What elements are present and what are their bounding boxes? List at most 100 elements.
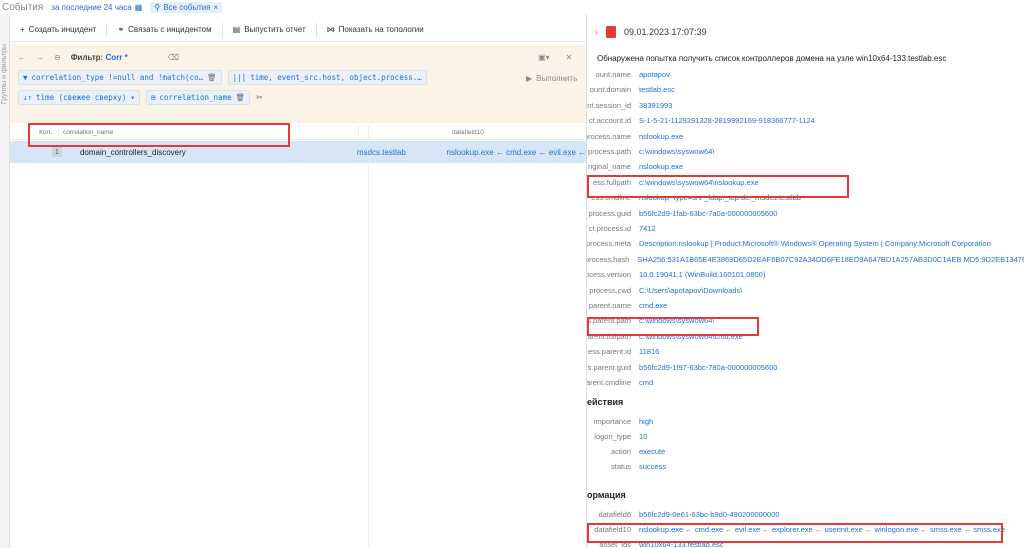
detail-field-value[interactable]: high bbox=[631, 417, 653, 429]
row-domain: msdcs.testlab bbox=[356, 147, 406, 157]
detail-field-value[interactable]: testlab.esc bbox=[631, 85, 675, 97]
create-incident-button[interactable]: + Создать инцидент bbox=[10, 22, 108, 37]
detail-field-value[interactable]: cmd.exe bbox=[631, 301, 667, 313]
groups-filters-tab[interactable]: Группы и фильтры bbox=[0, 14, 10, 548]
highlight-box bbox=[587, 317, 759, 336]
detail-field-key: logon_type bbox=[594, 432, 631, 441]
group-pill[interactable]: ⊞ correlation_name 🗑 bbox=[145, 90, 251, 105]
detail-field-value[interactable]: execute bbox=[631, 447, 665, 459]
top-bar: События за последние 24 часа ▦ ⚲ Все соб… bbox=[0, 0, 1024, 14]
detail-field: datafield6 b56fc2d9-0e61-63bc-b9d0-490200… bbox=[587, 510, 1024, 522]
sort-icon: ↓↑ bbox=[23, 93, 33, 102]
col-datafield10-header[interactable]: datafield10 bbox=[448, 129, 586, 136]
detail-field-value[interactable]: c:\windows\syswow64\ bbox=[631, 147, 714, 159]
close-filter-icon[interactable]: ✕ bbox=[566, 53, 573, 62]
trash-icon[interactable]: 🗑 bbox=[207, 73, 217, 82]
detail-field: process.cwd C:\Users\apotapov\Downloads\ bbox=[587, 286, 1024, 298]
report-button[interactable]: ▤ Выпустить отчет bbox=[223, 22, 317, 37]
detail-field-key: ount.name bbox=[595, 70, 631, 79]
detail-field-key: ess.parent.id bbox=[588, 347, 631, 357]
filter-name[interactable]: Corr * bbox=[105, 53, 127, 62]
detail-field-value[interactable]: SHA256:531A1B65E4E3869D65D2EAF6B07C92A34… bbox=[629, 255, 1024, 267]
detail-field: process.meta Description:nslookup | Produ… bbox=[587, 239, 1024, 251]
detail-field-value[interactable]: apotapov bbox=[631, 70, 670, 82]
condition-pill[interactable]: ▼ correlation_type !=null and !match(co…… bbox=[18, 70, 222, 85]
detail-field: process.name nslookup.exe bbox=[587, 132, 1024, 144]
highlight-box bbox=[587, 175, 849, 198]
detail-field: process.path c:\windows\syswow64\ bbox=[587, 147, 1024, 159]
detail-field-key: ct.process.id bbox=[588, 224, 631, 233]
play-icon: ▶ bbox=[526, 74, 533, 83]
time-period-selector[interactable]: за последние 24 часа ▦ bbox=[51, 3, 142, 12]
detail-field-key: s.parent.guid bbox=[587, 362, 631, 372]
sort-pill[interactable]: ↓↑ time (свежее сверху) ▾ bbox=[18, 90, 140, 105]
detail-field-value[interactable]: nslookup.exe bbox=[631, 132, 683, 144]
events-pane: + Создать инцидент ⚭ Связать с инциденто… bbox=[10, 18, 586, 548]
create-incident-label: Создать инцидент bbox=[28, 25, 97, 34]
detail-field-value[interactable]: b56fc2d9-0e61-63bc-b9d0-490200000000 bbox=[631, 510, 780, 522]
clear-filter-icon[interactable]: ⌫ bbox=[168, 53, 179, 62]
detail-field-key: ount.domain bbox=[589, 85, 631, 95]
topology-button[interactable]: ⋈ Показать на топологии bbox=[317, 23, 434, 37]
columns-icon: ||| bbox=[232, 73, 247, 82]
chevron-down-icon[interactable]: ▾ bbox=[130, 93, 135, 102]
detail-field-value[interactable]: nslookup.exe bbox=[631, 162, 683, 174]
reset-icon[interactable]: ⊖ bbox=[54, 53, 61, 62]
trash-icon[interactable]: 🗑 bbox=[236, 93, 246, 102]
detail-field: logon_type 10 bbox=[587, 432, 1024, 444]
run-button[interactable]: ▶ Выполнить bbox=[526, 74, 577, 83]
highlight-box bbox=[28, 123, 290, 147]
details-header: › 09.01.2023 17:07:39 bbox=[595, 26, 707, 38]
detail-field: ount.domain testlab.esc bbox=[587, 85, 1024, 97]
detail-field-value[interactable]: cmd bbox=[631, 378, 653, 390]
detail-field-key: ocess.version bbox=[587, 270, 631, 280]
sort-text: time (свежее сверху) bbox=[36, 93, 127, 102]
columns-text: time, event_src.host, object.process.… bbox=[250, 73, 422, 82]
detail-field: ocess.version 10.0.19041.1 (WinBuild.1601… bbox=[587, 270, 1024, 282]
detail-field-value[interactable]: 10.0.19041.1 (WinBuild.160101.0800) bbox=[631, 270, 765, 282]
detail-field-value[interactable]: 7412 bbox=[631, 224, 656, 236]
group-icon: ⊞ bbox=[150, 93, 156, 102]
event-scope-chip[interactable]: ⚲ Все события × bbox=[150, 1, 223, 13]
col-blank-header bbox=[358, 125, 448, 140]
detail-field: process.hash SHA256:531A1B65E4E3869D65D2E… bbox=[587, 255, 1024, 267]
section-heading: ействия bbox=[587, 397, 624, 407]
detail-field-value[interactable]: 10 bbox=[631, 432, 647, 444]
detail-field-value[interactable]: 11816 bbox=[631, 347, 659, 359]
event-timestamp: 09.01.2023 17:07:39 bbox=[624, 27, 707, 37]
detail-field-value[interactable]: success bbox=[631, 462, 666, 474]
detail-field-key: datafield6 bbox=[598, 510, 631, 519]
collapse-icon[interactable]: › bbox=[595, 27, 598, 37]
detail-field: ount.name apotapov bbox=[587, 70, 1024, 82]
forward-arrow-icon[interactable]: → bbox=[36, 53, 44, 62]
filter-row-query: ▼ correlation_type !=null and !match(co…… bbox=[18, 70, 427, 85]
close-icon[interactable]: × bbox=[214, 3, 219, 12]
scissors-icon[interactable]: ✂ bbox=[256, 93, 263, 102]
severity-icon bbox=[606, 26, 616, 38]
back-arrow-icon[interactable]: ← bbox=[18, 53, 26, 62]
detail-field-key: parent.cmdline bbox=[587, 378, 631, 387]
detail-field-key: action bbox=[610, 447, 631, 456]
detail-field-value[interactable]: b56fc2d9-1f97-63bc-780a-000000005600 bbox=[631, 363, 777, 375]
funnel-icon: ▼ bbox=[23, 73, 28, 82]
link-incident-button[interactable]: ⚭ Связать с инцидентом bbox=[107, 22, 223, 37]
detail-field-value[interactable]: C:\Users\apotapov\Downloads\ bbox=[631, 286, 742, 298]
detail-field-value[interactable]: S-1-5-21-1129291328-2819992169-918366777… bbox=[631, 116, 815, 128]
column-divider bbox=[368, 126, 369, 548]
detail-field: action execute bbox=[587, 447, 1024, 459]
detail-field-value[interactable]: b56fc2d9-1fab-63bc-7a0a-000000005600 bbox=[631, 209, 777, 221]
filter-label: Фильтр: Corr * bbox=[71, 53, 128, 62]
filter-panel: ← → ⊖ Фильтр: Corr * ⌫ ▣▾ ✕ ▼ correlatio… bbox=[10, 45, 586, 123]
highlight-box bbox=[587, 523, 1003, 543]
detail-field-value[interactable]: Description:nslookup | Product:Microsoft… bbox=[631, 239, 991, 251]
detail-field-value[interactable]: 38391993 bbox=[631, 101, 672, 113]
document-icon: ▤ bbox=[232, 25, 241, 34]
detail-field-key: riginal_name bbox=[588, 162, 631, 172]
detail-field-key: process.meta bbox=[587, 239, 631, 249]
detail-field: ct.process.id 7412 bbox=[587, 224, 1024, 236]
save-icon[interactable]: ▣▾ bbox=[538, 53, 550, 62]
calendar-icon: ▦ bbox=[134, 2, 143, 12]
detail-field-key: parent.name bbox=[588, 301, 631, 310]
detail-field: ct.account.id S-1-5-21-1129291328-2819992… bbox=[587, 116, 1024, 128]
columns-pill[interactable]: ||| time, event_src.host, object.process… bbox=[227, 70, 427, 85]
